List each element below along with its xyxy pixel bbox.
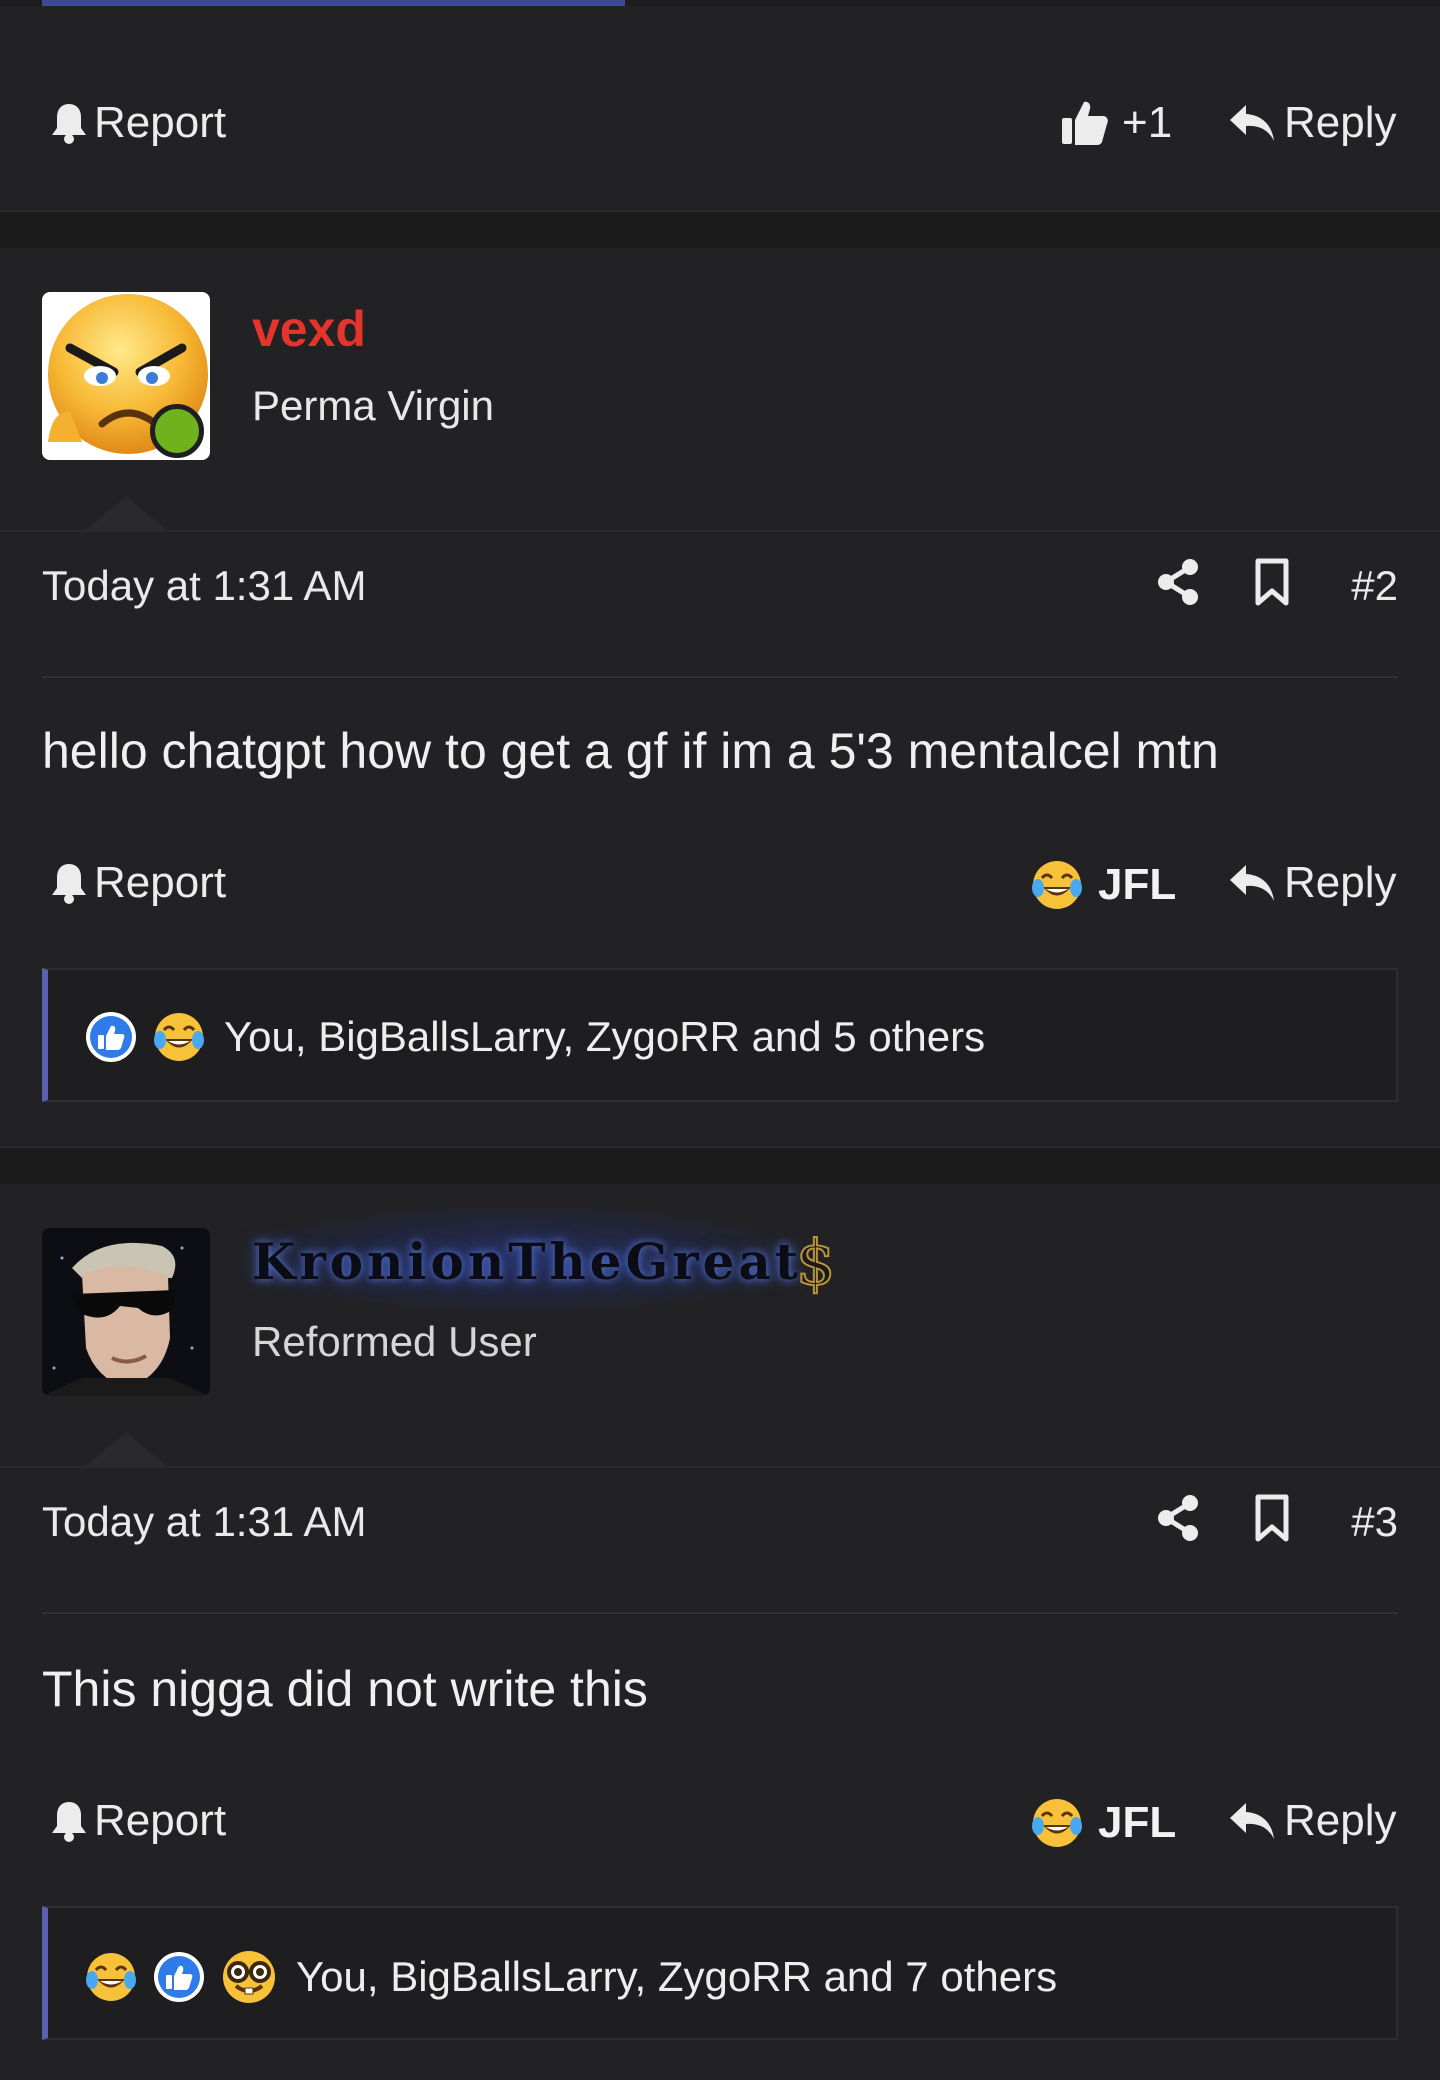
share-icon: [1158, 559, 1198, 605]
post-meta-row: Today at 1:31 AM #2: [0, 532, 1440, 642]
reply-button[interactable]: Reply: [1228, 858, 1397, 908]
username[interactable]: KronionTheGreat: [252, 1232, 802, 1291]
reactions-summary-text[interactable]: You, BigBallsLarry, ZygoRR and 7 others: [296, 1953, 1057, 2001]
react-button[interactable]: JFL: [1030, 858, 1176, 912]
bookmark-icon: [1255, 1494, 1289, 1542]
reply-arrow-icon: [1230, 105, 1274, 141]
reply-label: Reply: [1284, 98, 1397, 147]
bookmark-icon: [1255, 558, 1289, 606]
crying-laughing-icon: [1032, 1799, 1082, 1847]
post-date[interactable]: Today at 1:31 AM: [42, 562, 367, 610]
reactions-summary-text[interactable]: You, BigBallsLarry, ZygoRR and 5 others: [224, 1013, 985, 1061]
reaction-label: JFL: [1098, 860, 1177, 909]
post: vexd Perma Virgin Today at 1:31 AM #2 he…: [0, 248, 1440, 1148]
report-label: Report: [94, 858, 227, 907]
post-body: hello chatgpt how to get a gf if im a 5'…: [42, 723, 1219, 779]
divider: [42, 676, 1398, 678]
post-user-block: vexd Perma Virgin: [0, 248, 1440, 530]
share-button[interactable]: [1156, 1494, 1200, 1547]
bell-icon: [52, 864, 86, 904]
report-button[interactable]: Report: [50, 1796, 226, 1846]
crying-laughing-icon: [154, 1013, 204, 1061]
reactions-list: You, BigBallsLarry, ZygoRR and 5 others: [84, 1010, 985, 1064]
post-action-bar: Report JFL Reply: [0, 840, 1440, 930]
share-button[interactable]: [1156, 558, 1200, 611]
report-button[interactable]: Report: [50, 98, 226, 148]
username[interactable]: vexd: [252, 300, 366, 358]
reply-arrow-icon: [1230, 865, 1274, 901]
react-button[interactable]: JFL: [1030, 1796, 1176, 1850]
post: KronionTheGreat $ Reformed User Today at…: [0, 1184, 1440, 2080]
dollar-badge-icon: $: [795, 1225, 836, 1300]
bookmark-button[interactable]: [1254, 1494, 1290, 1547]
reactions-summary-box: You, BigBallsLarry, ZygoRR and 5 others: [42, 968, 1398, 1102]
post-action-bar: Report JFL Reply: [0, 1778, 1440, 1868]
share-icon: [1158, 1495, 1198, 1541]
like-count: +1: [1122, 98, 1173, 147]
user-pointer-arrow: [86, 496, 166, 530]
bell-icon: [52, 1802, 86, 1842]
previous-post-action-bar: Report +1 Reply: [0, 80, 1440, 170]
user-pointer-arrow: [86, 1432, 166, 1466]
divider: [42, 1612, 1398, 1614]
nerd-face-icon: [223, 1951, 275, 2003]
reaction-label: JFL: [1098, 1798, 1177, 1847]
reply-label: Reply: [1284, 858, 1397, 907]
report-label: Report: [94, 1796, 227, 1845]
post-gap: [0, 1148, 1440, 1184]
thumbs-up-icon: [86, 1012, 136, 1062]
user-title: Perma Virgin: [252, 382, 494, 429]
reply-button[interactable]: Reply: [1228, 1796, 1397, 1846]
reply-button[interactable]: Reply: [1228, 98, 1397, 148]
reactions-summary-box: You, BigBallsLarry, ZygoRR and 7 others: [42, 1906, 1398, 2040]
post-user-block: KronionTheGreat $ Reformed User: [0, 1184, 1440, 1466]
post-number-link[interactable]: #3: [1351, 1498, 1398, 1546]
thumbs-up-icon: [1062, 101, 1108, 145]
report-label: Report: [94, 98, 227, 147]
bell-icon: [52, 104, 86, 144]
report-button[interactable]: Report: [50, 858, 226, 908]
user-title: Reformed User: [252, 1318, 537, 1365]
post-date[interactable]: Today at 1:31 AM: [42, 1498, 367, 1546]
online-status-dot: [150, 404, 204, 458]
bookmark-button[interactable]: [1254, 558, 1290, 611]
crying-laughing-icon: [86, 1953, 136, 2001]
sunglasses-man-avatar-icon: [42, 1228, 210, 1396]
reactions-list: You, BigBallsLarry, ZygoRR and 7 others: [84, 1948, 1057, 2006]
reply-arrow-icon: [1230, 1803, 1274, 1839]
reply-label: Reply: [1284, 1796, 1397, 1845]
crying-laughing-icon: [1032, 861, 1082, 909]
previous-post-footer: Report +1 Reply: [0, 6, 1440, 210]
post-number-link[interactable]: #2: [1351, 562, 1398, 610]
like-button[interactable]: +1: [1060, 98, 1172, 148]
thumbs-up-icon: [154, 1952, 204, 2002]
post-meta-row: Today at 1:31 AM #3: [0, 1468, 1440, 1578]
avatar[interactable]: [42, 1228, 210, 1396]
post-body: This nigga did not write this: [42, 1661, 648, 1717]
post-gap: [0, 212, 1440, 248]
